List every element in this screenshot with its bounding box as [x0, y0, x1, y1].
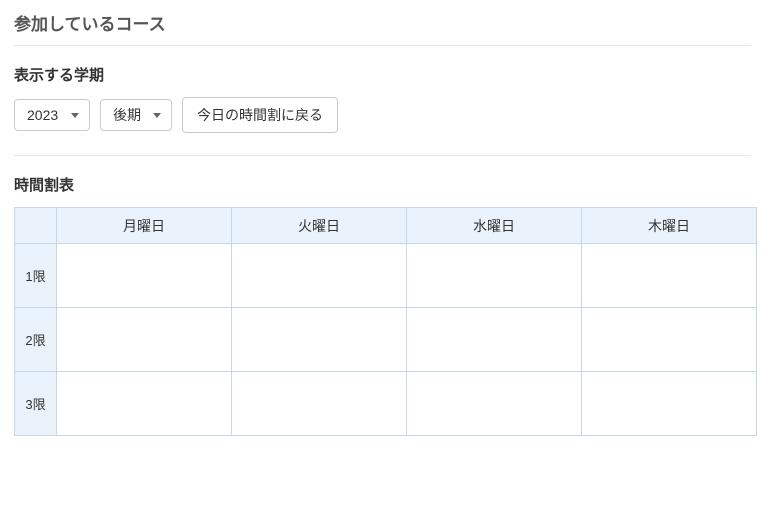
page-title: 参加しているコース [14, 10, 751, 35]
divider-top [14, 45, 751, 46]
timetable-cell[interactable] [582, 372, 757, 436]
timetable-cell[interactable] [57, 372, 232, 436]
timetable-cell[interactable] [582, 308, 757, 372]
timetable-corner [15, 208, 57, 244]
timetable-cell[interactable] [57, 244, 232, 308]
period-header: 3限 [15, 372, 57, 436]
table-row: 1限 [15, 244, 757, 308]
timetable-cell[interactable] [232, 244, 407, 308]
timetable-header-row: 月曜日 火曜日 水曜日 木曜日 [15, 208, 757, 244]
back-to-today-button[interactable]: 今日の時間割に戻る [182, 97, 338, 133]
timetable-title: 時間割表 [14, 174, 751, 195]
semester-controls: 2023 後期 今日の時間割に戻る [14, 97, 751, 133]
timetable: 月曜日 火曜日 水曜日 木曜日 1限 2限 3限 [14, 207, 757, 436]
period-header: 2限 [15, 308, 57, 372]
table-row: 3限 [15, 372, 757, 436]
timetable-cell[interactable] [582, 244, 757, 308]
year-select[interactable]: 2023 [14, 99, 90, 131]
period-header: 1限 [15, 244, 57, 308]
table-row: 2限 [15, 308, 757, 372]
timetable-cell[interactable] [232, 308, 407, 372]
timetable-cell[interactable] [232, 372, 407, 436]
day-header-tue: 火曜日 [232, 208, 407, 244]
year-select-wrap: 2023 [14, 99, 90, 131]
day-header-thu: 木曜日 [582, 208, 757, 244]
term-select-wrap: 後期 [100, 99, 172, 131]
timetable-cell[interactable] [407, 308, 582, 372]
term-select[interactable]: 後期 [100, 99, 172, 131]
timetable-cell[interactable] [57, 308, 232, 372]
divider-bottom [14, 155, 751, 156]
timetable-cell[interactable] [407, 372, 582, 436]
day-header-mon: 月曜日 [57, 208, 232, 244]
timetable-cell[interactable] [407, 244, 582, 308]
day-header-wed: 水曜日 [407, 208, 582, 244]
semester-label: 表示する学期 [14, 64, 751, 85]
